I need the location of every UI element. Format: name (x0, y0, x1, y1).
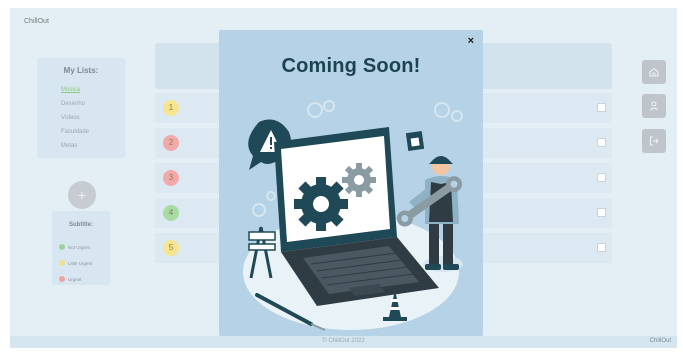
red-dot-icon (59, 276, 65, 282)
task-checkbox[interactable] (597, 173, 606, 182)
subtitle-title: Subtitle: (69, 222, 93, 228)
list-item-desenho[interactable]: Desenho (61, 101, 85, 107)
lists-title: My Lists: (63, 66, 99, 75)
priority-badge: 1 (163, 100, 179, 116)
priority-badge: 4 (163, 205, 179, 221)
home-button[interactable] (642, 60, 666, 84)
yellow-dot-icon (59, 260, 65, 266)
list-item-musica[interactable]: Música (61, 87, 80, 93)
modal-title: Coming Soon! (281, 55, 421, 77)
legend-urgent: Urgent (59, 276, 82, 282)
task-checkbox[interactable] (597, 138, 606, 147)
task-checkbox[interactable] (597, 208, 606, 217)
close-button[interactable]: × (468, 35, 474, 47)
add-list-button[interactable]: + (68, 181, 96, 209)
home-icon (649, 67, 659, 77)
task-checkbox[interactable] (597, 103, 606, 112)
logout-icon (650, 136, 659, 146)
subtitle-card: Subtitle: Not Urgent Little Urgent Urgen… (52, 211, 110, 285)
legend-label: Little Urgent (68, 260, 93, 266)
list-item-faculdade[interactable]: Faculdade (61, 129, 89, 135)
footer-copyright: © ChillOut 2022 (322, 338, 365, 344)
lists-card: My Lists: Música Desenho Vídeos Faculdad… (37, 58, 125, 158)
green-dot-icon (59, 244, 65, 250)
footer-brand: ChillOut (649, 338, 671, 344)
legend-little-urgent: Little Urgent (59, 260, 92, 266)
list-item-videos[interactable]: Vídeos (61, 115, 80, 121)
priority-badge: 2 (163, 135, 179, 151)
user-icon (650, 101, 658, 111)
task-checkbox[interactable] (597, 243, 606, 252)
app-brand: ChillOut (24, 18, 49, 25)
list-item-metas[interactable]: Metas (61, 143, 77, 149)
legend-label: Not Urgent (68, 244, 90, 250)
legend-label: Urgent (68, 276, 82, 282)
priority-badge: 3 (163, 170, 179, 186)
profile-button[interactable] (642, 94, 666, 118)
legend-not-urgent: Not Urgent (59, 244, 90, 250)
footer: © ChillOut 2022 ChillOut (10, 336, 677, 348)
coming-soon-modal: × Coming Soon! (219, 30, 483, 336)
priority-badge: 5 (163, 240, 179, 256)
logout-button[interactable] (642, 129, 666, 153)
under-construction-illustration (243, 100, 463, 331)
